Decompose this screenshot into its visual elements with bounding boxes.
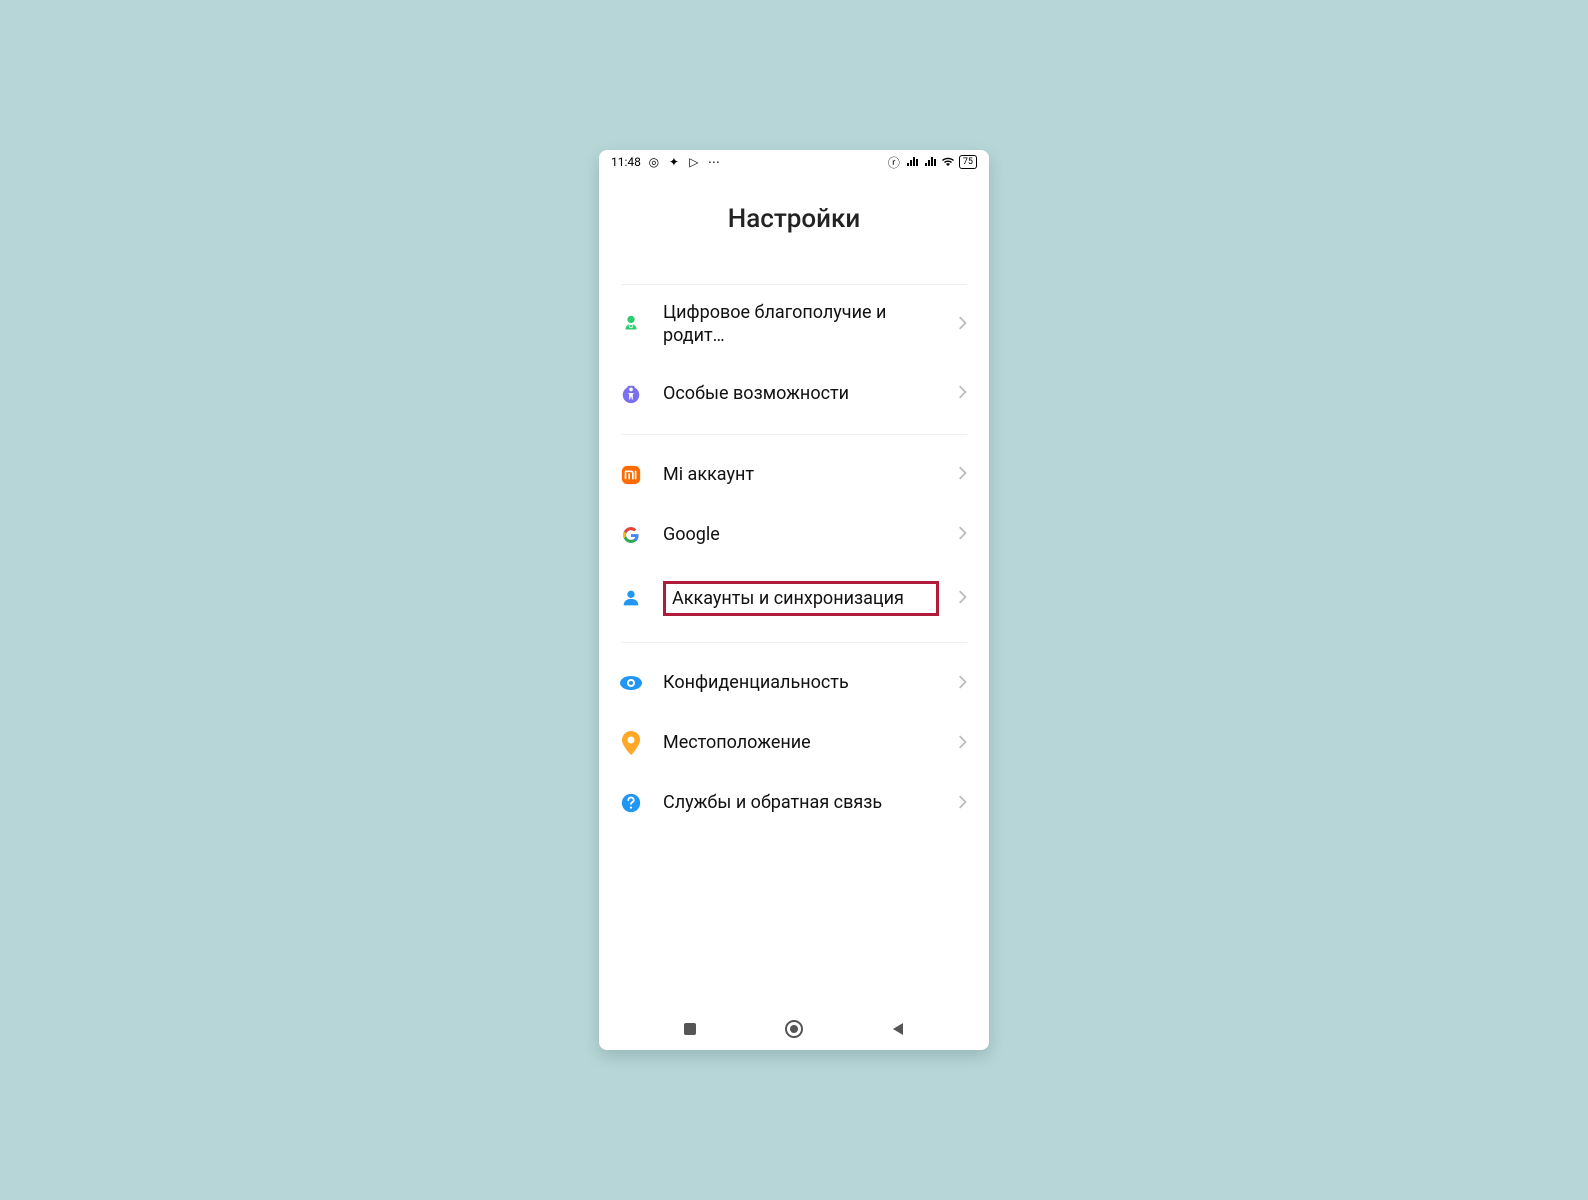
row-label: Цифровое благополучие и родит…	[663, 301, 939, 348]
row-label-highlighted: Аккаунты и синхронизация	[663, 581, 939, 616]
nav-back-button[interactable]	[890, 1021, 906, 1037]
divider	[621, 642, 967, 643]
eye-icon	[617, 669, 645, 697]
nav-home-button[interactable]	[784, 1019, 804, 1039]
row-location[interactable]: Местоположение	[617, 713, 971, 773]
r-icon: ⓡ	[887, 155, 901, 169]
signal1-icon	[905, 155, 919, 169]
row-accessibility[interactable]: Особые возможности	[617, 364, 971, 424]
row-privacy[interactable]: Конфиденциальность	[617, 653, 971, 713]
mi-icon	[617, 461, 645, 489]
row-label: Google	[663, 523, 939, 546]
chevron-right-icon	[957, 794, 971, 813]
person-icon	[617, 584, 645, 612]
play-icon: ▷	[687, 155, 701, 169]
help-icon	[617, 789, 645, 817]
page-title: Настройки	[599, 174, 989, 284]
chevron-right-icon	[957, 589, 971, 608]
notification-icon: ✦	[667, 155, 681, 169]
battery-icon: 75	[959, 155, 977, 169]
row-label: Mi аккаунт	[663, 463, 939, 486]
row-google[interactable]: Google	[617, 505, 971, 565]
chevron-right-icon	[957, 734, 971, 753]
status-time: 11:48	[611, 155, 641, 169]
google-icon	[617, 521, 645, 549]
row-accounts-sync[interactable]: Аккаунты и синхронизация	[617, 565, 971, 632]
nav-bar	[599, 1008, 989, 1050]
wifi-icon	[941, 155, 955, 169]
row-feedback[interactable]: Службы и обратная связь	[617, 773, 971, 833]
settings-list: Цифровое благополучие и родит… Особые во…	[599, 284, 989, 1008]
row-label: Особые возможности	[663, 382, 939, 405]
location-pin-icon	[617, 729, 645, 757]
row-label: Местоположение	[663, 731, 939, 754]
phone-frame: 11:48 ◎ ✦ ▷ ⋯ ⓡ 75 Настройки	[599, 150, 989, 1050]
instagram-icon: ◎	[647, 155, 661, 169]
nav-recent-button[interactable]	[682, 1021, 698, 1037]
chevron-right-icon	[957, 465, 971, 484]
chevron-right-icon	[957, 525, 971, 544]
signal2-icon	[923, 155, 937, 169]
row-label: Службы и обратная связь	[663, 791, 939, 814]
wellbeing-icon	[617, 310, 645, 338]
chevron-right-icon	[957, 384, 971, 403]
row-mi-account[interactable]: Mi аккаунт	[617, 445, 971, 505]
divider	[621, 434, 967, 435]
chevron-right-icon	[957, 674, 971, 693]
status-bar: 11:48 ◎ ✦ ▷ ⋯ ⓡ 75	[599, 150, 989, 174]
chevron-right-icon	[957, 315, 971, 334]
row-wellbeing[interactable]: Цифровое благополучие и родит…	[617, 285, 971, 364]
more-icon: ⋯	[707, 155, 721, 169]
row-label: Конфиденциальность	[663, 671, 939, 694]
accessibility-icon	[617, 380, 645, 408]
